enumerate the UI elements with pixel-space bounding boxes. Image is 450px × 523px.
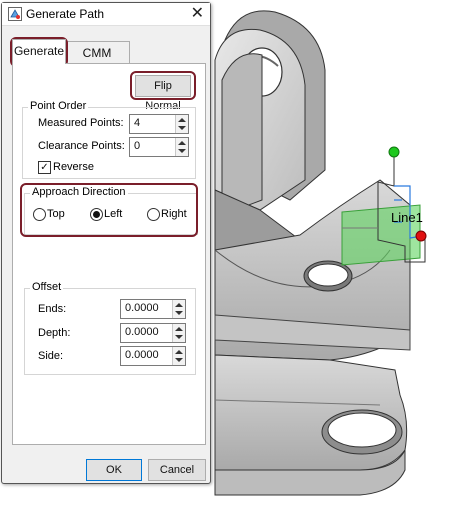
cancel-button[interactable]: Cancel — [148, 459, 206, 481]
tab-generate[interactable]: Generate — [12, 39, 66, 64]
app-icon — [8, 7, 22, 21]
title-bar[interactable]: Generate Path ✕ — [2, 3, 210, 26]
spin-down-icon[interactable] — [178, 126, 186, 130]
spin-up-icon[interactable] — [175, 350, 183, 354]
flip-normal-highlight-box — [130, 71, 196, 100]
ends-value: 0.0000 — [125, 302, 159, 314]
dialog-title: Generate Path — [26, 7, 105, 21]
clearance-points-value: 0 — [134, 140, 141, 152]
point-order-label: Point Order — [28, 100, 89, 112]
close-icon[interactable]: ✕ — [191, 4, 204, 24]
radio-left[interactable] — [90, 208, 103, 221]
measured-points-label: Measured Points: — [38, 117, 124, 129]
offset-label: Offset — [30, 281, 64, 293]
reverse-label: Reverse — [53, 161, 94, 173]
measured-points-stepper[interactable]: 4 — [129, 114, 189, 134]
spin-up-icon[interactable] — [175, 327, 183, 331]
depth-label: Depth: — [38, 327, 71, 339]
ends-stepper[interactable]: 0.0000 — [120, 299, 186, 319]
tab-cmm-settings[interactable]: CMM Settings — [64, 41, 130, 82]
depth-value: 0.0000 — [125, 326, 159, 338]
depth-stepper[interactable]: 0.0000 — [120, 323, 186, 343]
ends-label: Ends: — [38, 303, 67, 315]
spin-up-icon[interactable] — [178, 118, 186, 122]
path-start-point — [388, 146, 400, 158]
spin-down-icon[interactable] — [178, 149, 186, 153]
reverse-checkbox[interactable]: ✓ — [38, 161, 51, 174]
measured-points-value: 4 — [134, 117, 141, 129]
ok-button[interactable]: OK — [86, 459, 142, 481]
radio-top[interactable] — [33, 208, 46, 221]
radio-top-label: Top — [47, 208, 65, 220]
clearance-points-stepper[interactable]: 0 — [129, 137, 189, 157]
clearance-points-label: Clearance Points: — [38, 140, 125, 152]
radio-right[interactable] — [147, 208, 160, 221]
side-stepper[interactable]: 0.0000 — [120, 346, 186, 366]
spin-up-icon[interactable] — [178, 141, 186, 145]
path-end-point — [415, 230, 427, 242]
radio-left-label: Left — [104, 208, 123, 220]
feature-label-line1[interactable]: Line1 — [391, 210, 423, 225]
radio-right-label: Right — [161, 208, 187, 220]
generate-path-dialog: Generate Path ✕ Generate CMM Settings Fl… — [1, 2, 211, 484]
spin-down-icon[interactable] — [175, 335, 183, 339]
side-label: Side: — [38, 350, 64, 362]
side-value: 0.0000 — [125, 349, 159, 361]
spin-down-icon[interactable] — [175, 311, 183, 315]
spin-up-icon[interactable] — [175, 303, 183, 307]
spin-down-icon[interactable] — [175, 358, 183, 362]
